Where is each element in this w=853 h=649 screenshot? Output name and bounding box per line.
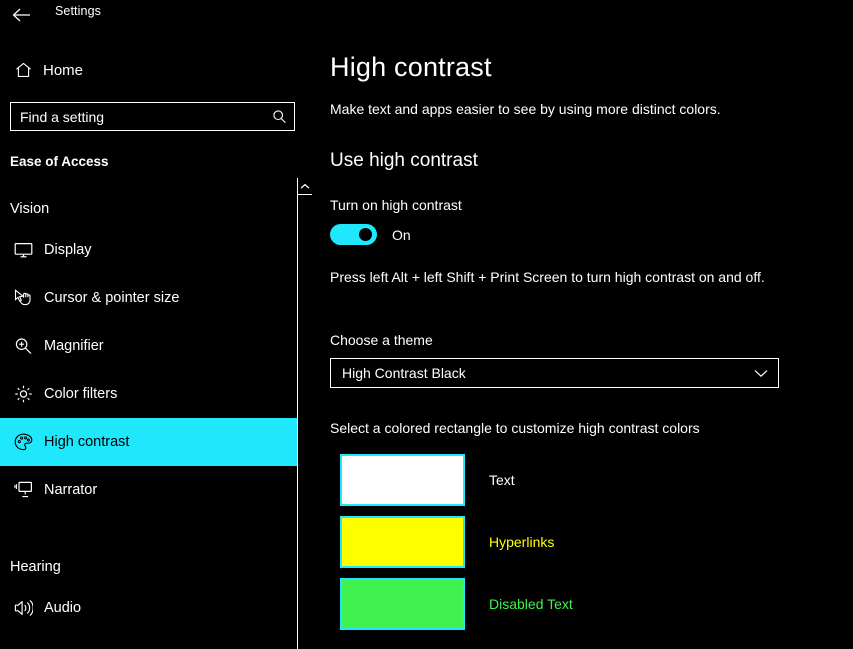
color-swatch-list: Text Hyperlinks Disabled Text	[340, 454, 820, 640]
swatch-label: Hyperlinks	[489, 534, 555, 550]
title-bar: Settings	[0, 0, 313, 30]
sidebar-item-label: Narrator	[44, 482, 98, 498]
sidebar-item-label: Audio	[44, 600, 82, 616]
sidebar-item-label: Display	[44, 242, 92, 258]
color-swatch-row: Disabled Text	[340, 578, 820, 630]
sidebar-item-magnifier[interactable]: Magnifier	[0, 322, 297, 370]
swatch-instruction: Select a colored rectangle to customize …	[330, 420, 700, 436]
narrator-icon	[6, 481, 40, 499]
sidebar-item-audio[interactable]: Audio	[0, 584, 297, 632]
sidebar-item-home[interactable]: Home	[0, 57, 297, 83]
nav-group-title: Vision	[10, 201, 50, 217]
category-title: Ease of Access	[10, 154, 109, 169]
settings-window: Settings Home Ease of Access Vision Displ…	[0, 0, 853, 649]
swatch-hyperlinks[interactable]	[340, 516, 465, 568]
hotkey-hint-text: Press left Alt + left Shift + Print Scre…	[330, 269, 765, 285]
toggle-knob	[359, 228, 372, 241]
sidebar-item-label: Magnifier	[44, 338, 104, 354]
speaker-icon	[6, 599, 40, 617]
sidebar-item-cursor-pointer-size[interactable]: Cursor & pointer size	[0, 274, 297, 322]
main-content-panel: High contrast Make text and apps easier …	[313, 0, 853, 649]
high-contrast-toggle[interactable]	[330, 224, 377, 245]
sidebar-item-display[interactable]: Display	[0, 226, 297, 274]
nav-group-title: Hearing	[10, 559, 61, 575]
sidebar-item-label: High contrast	[44, 434, 130, 450]
brightness-icon	[6, 385, 40, 403]
sidebar-item-label: Cursor & pointer size	[44, 290, 180, 306]
color-swatch-row: Hyperlinks	[340, 516, 820, 568]
sidebar-item-home-label: Home	[43, 61, 84, 79]
chevron-down-icon[interactable]	[744, 369, 778, 378]
swatch-label: Disabled Text	[489, 596, 573, 612]
theme-dropdown-value: High Contrast Black	[342, 365, 466, 381]
sidebar-item-narrator[interactable]: Narrator	[0, 466, 297, 514]
sidebar-nav-list: Vision Display Cursor & pointer size Magnif…	[0, 178, 297, 632]
sidebar-item-label: Color filters	[44, 386, 118, 402]
back-arrow-icon[interactable]	[8, 2, 34, 28]
palette-icon	[6, 433, 40, 451]
swatch-label: Text	[489, 472, 515, 488]
swatch-disabled-text[interactable]	[340, 578, 465, 630]
theme-dropdown[interactable]: High Contrast Black	[330, 358, 779, 388]
search-icon[interactable]	[264, 109, 294, 124]
sidebar-scrollbar[interactable]	[297, 178, 313, 649]
swatch-text[interactable]	[340, 454, 465, 506]
sidebar-item-high-contrast[interactable]: High contrast	[0, 418, 297, 466]
sidebar-scroll-region: Vision Display Cursor & pointer size Magnif…	[0, 178, 313, 649]
high-contrast-toggle-row: On	[330, 224, 411, 245]
page-subtitle: Make text and apps easier to see by usin…	[330, 101, 721, 117]
search-input[interactable]	[11, 103, 264, 130]
toggle-label: Turn on high contrast	[330, 197, 462, 213]
nav-group-spacer	[0, 514, 297, 536]
sidebar-item-color-filters[interactable]: Color filters	[0, 370, 297, 418]
section-heading: Use high contrast	[330, 150, 478, 171]
magnifier-icon	[6, 337, 40, 355]
app-title: Settings	[55, 4, 101, 18]
color-swatch-row: Text	[340, 454, 820, 506]
page-title: High contrast	[330, 52, 492, 82]
toggle-state-label: On	[392, 226, 411, 243]
chevron-up-icon[interactable]	[298, 178, 312, 195]
sidebar-panel: Settings Home Ease of Access Vision Displ…	[0, 0, 313, 649]
monitor-icon	[6, 242, 40, 258]
cursor-icon	[6, 289, 40, 307]
home-icon	[6, 62, 40, 78]
search-box[interactable]	[10, 102, 295, 131]
theme-label: Choose a theme	[330, 332, 433, 348]
